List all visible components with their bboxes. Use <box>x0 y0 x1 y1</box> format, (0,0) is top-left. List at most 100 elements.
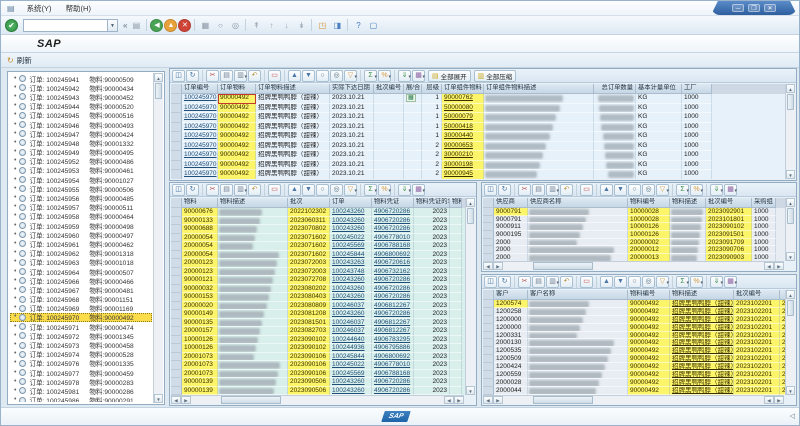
cut-icon[interactable]: ✂ <box>206 70 219 82</box>
cut-icon[interactable]: ✂ <box>518 276 531 288</box>
subtotal-icon[interactable]: %▾ <box>690 184 703 196</box>
scroll-thumb[interactable] <box>787 300 794 316</box>
column-header-order-material-description[interactable]: 订单物料描述 <box>256 84 330 94</box>
collapse-menu-icon[interactable]: « <box>123 21 127 30</box>
sort-ascending-icon[interactable]: ▲ <box>288 70 301 82</box>
cell-material-document[interactable]: 4906720286 <box>372 225 414 234</box>
save-icon[interactable]: ▤ <box>129 18 143 32</box>
sort-descending-icon[interactable]: ▼ <box>614 276 627 288</box>
column-header-component-material[interactable]: 订单组件物料 <box>442 84 484 94</box>
details-icon[interactable]: ◫ <box>172 184 185 196</box>
table-row[interactable]: 2000107320230901061002450224906778010202… <box>171 361 465 370</box>
cell-order-number[interactable]: 100245970 <box>182 113 218 123</box>
row-selector[interactable] <box>483 308 494 316</box>
cut-icon[interactable]: ✂ <box>518 184 531 196</box>
column-header-batch-number[interactable]: 批次编号 <box>706 198 752 208</box>
table-row[interactable]: 20002000001220230907061000 <box>483 246 785 254</box>
row-selector[interactable] <box>171 285 182 294</box>
expand-all-button[interactable]: ▤ 全部展开 <box>428 70 471 82</box>
cell-material-document[interactable]: 4906720286 <box>372 208 414 217</box>
column-header-material-description[interactable]: 物料描述 <box>670 290 734 300</box>
row-selector[interactable] <box>171 170 182 179</box>
row-selector[interactable] <box>483 231 494 239</box>
table-row[interactable]: 1000012620230901021002446404906783295202… <box>171 336 465 345</box>
cell-material-document[interactable]: 4906720286 <box>372 217 414 226</box>
table-row[interactable]: 120050990000492招牌黑鸭鸭脖（甜辣）20231022012 <box>483 355 785 363</box>
table-row[interactable]: 9000013320230603111002432604906720286202… <box>171 217 465 226</box>
find-next-icon[interactable]: ◎ <box>642 184 655 196</box>
export-icon[interactable]: ⇓▾ <box>398 70 411 82</box>
row-selector[interactable] <box>171 234 182 243</box>
delete-row-icon[interactable]: ▭ <box>268 184 281 196</box>
sort-ascending-icon[interactable]: ▲ <box>600 276 613 288</box>
help-icon[interactable]: ? <box>351 18 365 32</box>
command-input[interactable] <box>23 19 107 32</box>
scroll-down-icon[interactable]: ▼ <box>786 386 795 395</box>
row-selector[interactable] <box>483 339 494 347</box>
close-icon[interactable]: ✕ <box>764 4 776 12</box>
row-selector[interactable] <box>483 332 494 340</box>
cell-component-material[interactable]: 90000653 <box>442 142 484 152</box>
table-row[interactable]: 120042490000492招牌黑鸭鸭脖（甜辣）20231022012 <box>483 363 785 371</box>
refresh-icon[interactable]: ↻ <box>186 184 199 196</box>
table-row[interactable]: 9000003220230802021002432604906720286202… <box>171 285 465 294</box>
scroll-thumb[interactable] <box>787 208 794 224</box>
row-selector[interactable] <box>171 276 182 285</box>
cell-material-description[interactable]: 招牌黑鸭鸭脖（甜辣） <box>670 316 734 324</box>
cell-material-description[interactable]: 招牌黑鸭鸭脖（甜辣） <box>670 347 734 355</box>
row-selector[interactable] <box>483 371 494 379</box>
scroll-up-icon[interactable]: ▲ <box>154 73 163 82</box>
scroll-right-icon[interactable]: ▶ <box>774 396 784 404</box>
cell-order[interactable]: 100245022 <box>330 234 372 243</box>
cell-material-description[interactable]: 招牌黑鸭鸭脖（甜辣） <box>670 371 734 379</box>
row-selector[interactable] <box>483 363 494 371</box>
first-page-icon[interactable]: ↟ <box>249 18 263 32</box>
scroll-thumb[interactable] <box>533 262 593 270</box>
sort-descending-icon[interactable]: ▼ <box>302 70 315 82</box>
customize-layout-icon[interactable]: ▢ <box>366 18 380 32</box>
enter-icon[interactable]: ✔ <box>5 19 18 32</box>
row-selector[interactable] <box>171 94 182 104</box>
copy-icon[interactable]: ▤ <box>532 184 545 196</box>
row-selector[interactable] <box>483 254 494 261</box>
cell-order[interactable]: 100245844 <box>330 251 372 260</box>
column-header-total-order-quantity[interactable]: 总订单数量 <box>594 84 636 94</box>
column-header-batch-number[interactable]: 批次编号 <box>374 84 404 94</box>
cell-order[interactable]: 100246037 <box>330 327 372 336</box>
column-header-order-material[interactable]: 订单物料 <box>218 84 256 94</box>
table-row[interactable]: 9000014920230812081002432604906720286202… <box>171 310 465 319</box>
sort-descending-icon[interactable]: ▼ <box>614 184 627 196</box>
row-selector[interactable] <box>483 347 494 355</box>
tree-vertical-scrollbar[interactable]: ▲ ▼ <box>153 73 163 403</box>
cell-order-number[interactable]: 100245970 <box>182 142 218 152</box>
cell-component-material[interactable]: 50000079 <box>442 113 484 123</box>
cell-order[interactable]: 100243260 <box>330 378 372 387</box>
row-selector[interactable] <box>171 225 182 234</box>
details-icon[interactable]: ◫ <box>484 276 497 288</box>
cell-order[interactable]: 100244936 <box>330 344 372 353</box>
row-selector[interactable] <box>483 379 494 387</box>
total-icon[interactable]: Σ▾ <box>364 184 377 196</box>
filter-icon[interactable]: ▽▾ <box>656 276 669 288</box>
table-row[interactable]: 9000013520230815011002460374906812267202… <box>171 319 465 328</box>
restore-icon[interactable]: ❐ <box>748 4 760 12</box>
choose-layout-icon[interactable]: ▦▾ <box>412 184 425 196</box>
cell-order[interactable]: 100243260 <box>330 310 372 319</box>
table-row[interactable]: 10024597090000492招牌黑鸭鸭脖（甜辣）2023.10.21▦19… <box>171 94 785 104</box>
cell-material-description[interactable]: 招牌黑鸭鸭脖（甜辣） <box>670 355 734 363</box>
copy-icon[interactable]: ▤ <box>220 70 233 82</box>
cell-material-document[interactable]: 4906778010 <box>372 234 414 243</box>
row-selector[interactable] <box>171 208 182 217</box>
find-icon[interactable]: ○ <box>316 184 329 196</box>
table-row[interactable]: 10024597090000492招牌黑鸭鸭脖（甜辣）2023.10.21230… <box>171 161 785 171</box>
scroll-right-icon[interactable]: ▶ <box>774 262 784 270</box>
table-row[interactable]: 2000005420230716021002450224906778010202… <box>171 234 465 243</box>
row-selector[interactable] <box>171 336 182 345</box>
scroll-left-icon[interactable]: ◀ <box>764 262 774 270</box>
table-row[interactable]: 90009111000012620230901021000 <box>483 223 785 231</box>
column-header-expand-collapse[interactable]: 展/合 <box>404 84 422 94</box>
materials-vertical-scrollbar[interactable]: ▲ ▼ <box>465 198 475 395</box>
row-selector[interactable] <box>171 268 182 277</box>
cell-order-number[interactable]: 100245970 <box>182 170 218 179</box>
row-selector[interactable] <box>483 324 494 332</box>
